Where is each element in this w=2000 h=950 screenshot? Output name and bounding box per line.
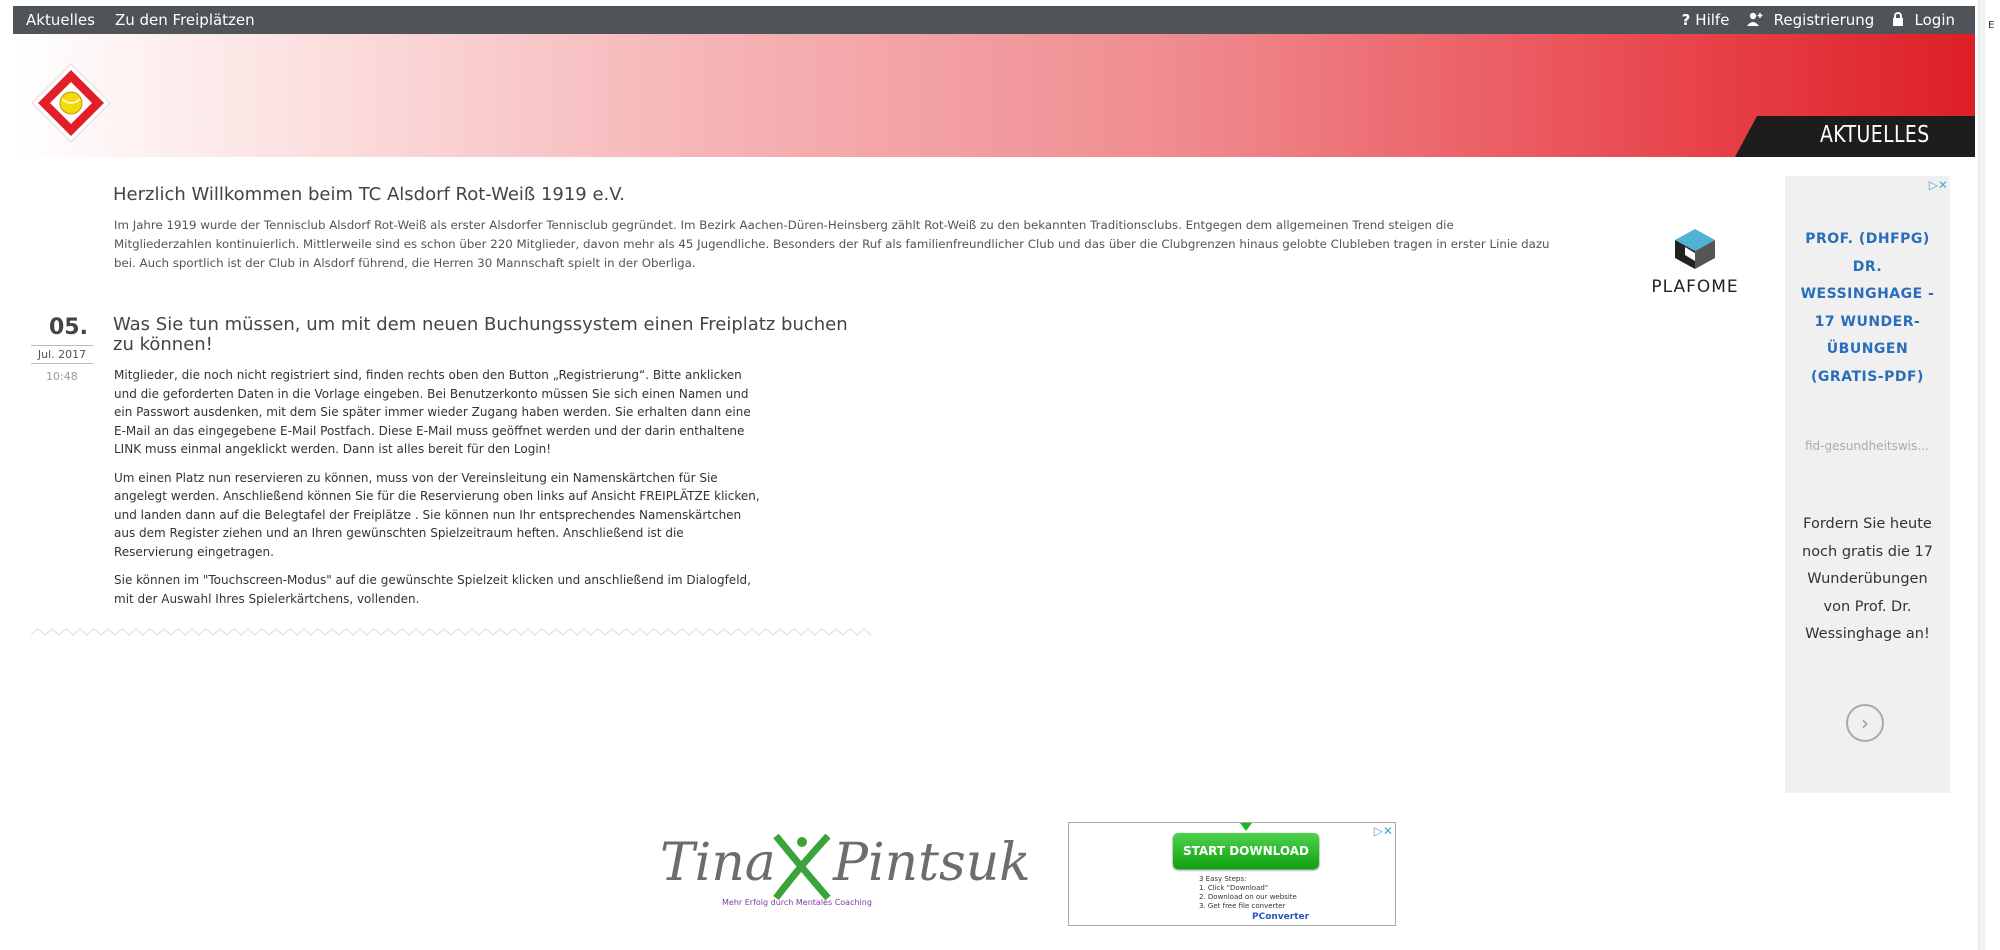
club-logo[interactable] — [30, 62, 112, 144]
nav-link-aktuelles[interactable]: Aktuelles — [26, 11, 95, 29]
x-figure-icon — [773, 834, 831, 901]
sidebar-advertisement[interactable]: ▷✕ PROF. (DHFPG) DR. WESSINGHAGE - 17 WU… — [1785, 176, 1950, 793]
post-date-month: Jul. 2017 — [31, 345, 93, 364]
ad-step-2: 2. Download on our website — [1199, 893, 1297, 901]
adchoices-icon[interactable]: ▷✕ — [1929, 178, 1948, 192]
chevron-right-icon[interactable]: › — [1846, 704, 1884, 742]
tina-last: Pintsuk — [833, 833, 1031, 893]
ad-steps: 3 Easy Steps: 1. Click "Download" 2. Dow… — [1199, 875, 1297, 911]
ad-domain: fid-gesundheitswis... — [1805, 439, 1929, 453]
tina-first: Tina — [660, 833, 776, 893]
plafome-logo[interactable]: PLAFOME — [1640, 227, 1750, 297]
register-label: Registrierung — [1773, 11, 1875, 29]
post-paragraph: Sie können im "Touchscreen-Modus" auf di… — [114, 573, 751, 606]
ad-steps-title: 3 Easy Steps: — [1199, 875, 1247, 883]
post-date-day: 05. — [49, 315, 88, 340]
welcome-text: Im Jahre 1919 wurde der Tennisclub Alsdo… — [114, 218, 1550, 270]
login-label: Login — [1914, 11, 1955, 29]
post-paragraph: Um einen Platz nun reservieren zu können… — [114, 470, 760, 559]
nav-link-freiplaetze[interactable]: Zu den Freiplätzen — [115, 11, 255, 29]
top-navigation-bar: Aktuelles Zu den Freiplätzen ? Hilfe Regi… — [13, 6, 1975, 34]
ad-step-3: 3. Get free file converter — [1199, 902, 1286, 910]
post-time: 10:48 — [46, 370, 78, 383]
post-divider — [31, 628, 872, 636]
question-icon: ? — [1681, 11, 1691, 29]
ad-description: Fordern Sie heute noch gratis die 17 Wun… — [1802, 516, 1933, 642]
start-download-button[interactable]: START DOWNLOAD — [1173, 833, 1319, 869]
plafome-cube-icon — [1675, 229, 1715, 269]
ad-headline[interactable]: PROF. (DHFPG) DR. WESSINGHAGE - 17 WUNDE… — [1795, 226, 1940, 391]
plafome-label: PLAFOME — [1651, 277, 1739, 297]
post-title[interactable]: Was Sie tun müssen, um mit dem neuen Buc… — [113, 315, 853, 355]
lock-icon — [1892, 11, 1909, 29]
register-link[interactable]: Registrierung — [1747, 11, 1874, 29]
arrow-down-icon — [1240, 823, 1252, 831]
ad-step-1: 1. Click "Download" — [1199, 884, 1269, 892]
aktuelles-tab-label: AKTUELLES — [1820, 122, 1930, 148]
aktuelles-tab[interactable]: AKTUELLES — [1735, 116, 1975, 157]
edge-letter: E — [1988, 20, 1995, 31]
tina-subtitle: Mehr Erfolg durch Mentales Coaching — [722, 898, 872, 907]
login-link[interactable]: Login — [1892, 11, 1955, 29]
download-advertisement[interactable]: ▷✕ START DOWNLOAD 3 Easy Steps: 1. Click… — [1068, 822, 1396, 926]
scrollbar[interactable] — [1978, 0, 1985, 950]
user-plus-icon — [1747, 11, 1768, 29]
ad-brand: PConverter — [1252, 912, 1310, 922]
post-body: Mitglieder, die noch nicht registriert s… — [114, 366, 764, 618]
help-link[interactable]: ? Hilfe — [1682, 11, 1730, 29]
post-paragraph: Mitglieder, die noch nicht registriert s… — [114, 368, 751, 456]
tina-pintsuk-logo[interactable]: Tina Pintsuk Mehr Erfolg durch Mentales … — [660, 828, 1031, 923]
adchoices-icon[interactable]: ▷✕ — [1374, 824, 1393, 838]
header-banner — [13, 34, 1975, 157]
welcome-title: Herzlich Willkommen beim TC Alsdorf Rot-… — [113, 184, 625, 205]
help-label: Hilfe — [1695, 11, 1730, 29]
